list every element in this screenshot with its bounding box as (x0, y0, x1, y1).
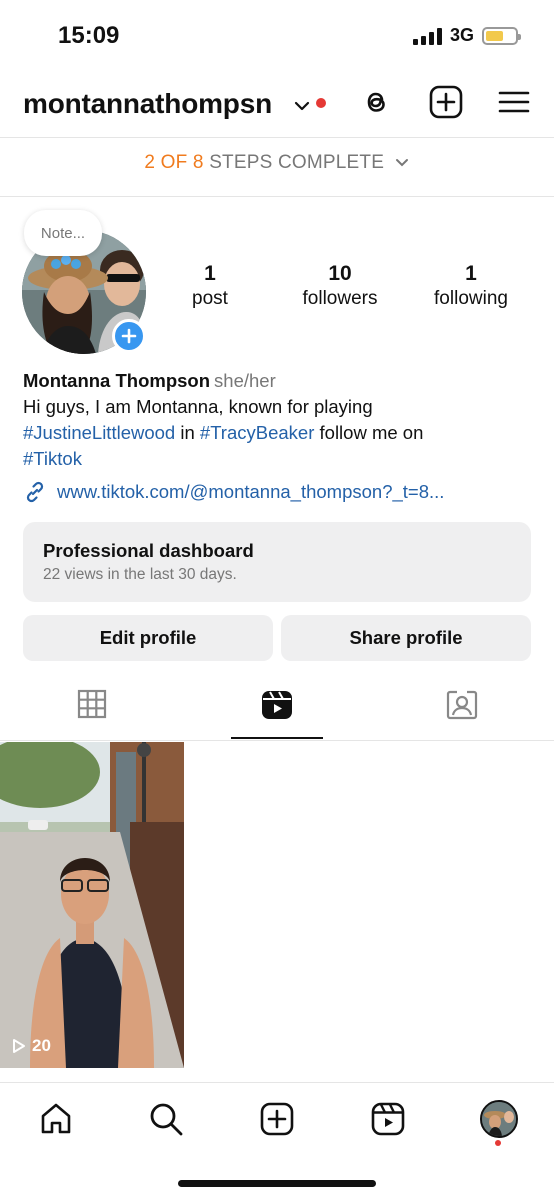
network-type: 3G (449, 25, 474, 45)
profile-link-text: www.tiktok.com/@montanna_thompson?_t=8..… (57, 481, 445, 502)
add-story-button[interactable] (112, 319, 146, 353)
tab-reels[interactable] (185, 688, 369, 740)
nav-create[interactable] (257, 1099, 297, 1139)
bio-text-line1: Hi guys, I am Montanna, known for playin… (23, 396, 373, 417)
nav-home[interactable] (36, 1099, 76, 1139)
tab-posts[interactable] (0, 688, 184, 740)
tabs-divider (0, 740, 554, 741)
bio-name-line: Montanna Thompson she/her (23, 368, 533, 394)
hashtag-tracybeaker[interactable]: #TracyBeaker (200, 422, 314, 443)
display-name: Montanna Thompson (23, 370, 211, 391)
following-label: following (434, 288, 508, 309)
nav-reels[interactable] (368, 1099, 408, 1139)
tab-tagged[interactable] (370, 688, 554, 740)
hashtag-justinelittlewood[interactable]: #JustineLittlewood (23, 422, 175, 443)
steps-complete-banner[interactable]: 2 OF 8 STEPS COMPLETE (0, 152, 554, 174)
link-icon (26, 481, 44, 503)
steps-label: STEPS COMPLETE (209, 152, 385, 173)
bio-text: follow me on (314, 422, 424, 443)
header-divider (0, 137, 554, 138)
followers-count: 10 (328, 262, 352, 285)
steps-progress: 2 OF 8 (144, 152, 204, 173)
notification-dot (316, 98, 326, 108)
followers-label: followers (302, 288, 378, 309)
edit-profile-button[interactable]: Edit profile (23, 615, 273, 661)
battery-icon (482, 26, 521, 45)
reels-icon (371, 1102, 405, 1136)
professional-dashboard-card[interactable]: Professional dashboard 22 views in the l… (23, 522, 531, 602)
bio-text-line3: #Tiktok (23, 446, 533, 472)
profile-link[interactable]: www.tiktok.com/@montanna_thompson?_t=8..… (23, 480, 444, 504)
chevron-down-icon[interactable] (292, 96, 312, 116)
active-tab-indicator (231, 737, 323, 739)
posts-stat[interactable]: 1 post (150, 262, 270, 310)
dashboard-title: Professional dashboard (43, 540, 254, 561)
bio: Montanna Thompson she/her Hi guys, I am M… (23, 368, 533, 472)
profile-avatar (480, 1100, 518, 1138)
status-bar: 15:09 3G (0, 0, 554, 70)
create-post-icon[interactable] (428, 84, 464, 120)
steps-divider (0, 196, 554, 197)
plus-icon (121, 328, 137, 344)
profile-header: montannathompsn (0, 78, 554, 134)
grid-icon (77, 689, 107, 719)
chevron-down-icon (395, 158, 408, 167)
menu-icon[interactable] (496, 84, 532, 120)
following-count: 1 (465, 262, 477, 285)
reel-views: 20 (32, 1036, 51, 1055)
tagged-icon (446, 690, 478, 720)
bio-text-line2: #JustineLittlewood in #TracyBeaker follo… (23, 420, 533, 446)
dashboard-subtitle: 22 views in the last 30 days. (43, 566, 237, 583)
posts-label: post (192, 288, 228, 309)
create-icon (260, 1102, 294, 1136)
home-indicator (178, 1180, 376, 1187)
reel-view-count: 20 (12, 1036, 51, 1056)
play-icon (13, 1039, 25, 1053)
note-bubble[interactable]: Note... (24, 210, 102, 256)
home-icon (41, 1103, 71, 1134)
username-switcher[interactable]: montannathompsn (23, 88, 272, 120)
notification-dot (495, 1140, 501, 1146)
signal-icon (412, 27, 442, 45)
following-stat[interactable]: 1 following (411, 262, 531, 310)
reel-thumbnail[interactable]: 20 (0, 742, 184, 1068)
hashtag-tiktok[interactable]: #Tiktok (23, 448, 82, 469)
pronouns: she/her (214, 370, 276, 391)
nav-search[interactable] (146, 1099, 186, 1139)
share-profile-button[interactable]: Share profile (281, 615, 531, 661)
status-indicators: 3G (412, 25, 521, 46)
threads-icon[interactable] (358, 84, 394, 120)
status-time: 15:09 (58, 22, 120, 49)
search-icon (150, 1103, 183, 1136)
nav-profile[interactable] (479, 1099, 519, 1139)
reels-icon (262, 691, 292, 719)
followers-stat[interactable]: 10 followers (280, 262, 400, 310)
posts-count: 1 (204, 262, 216, 285)
bio-text: in (175, 422, 200, 443)
